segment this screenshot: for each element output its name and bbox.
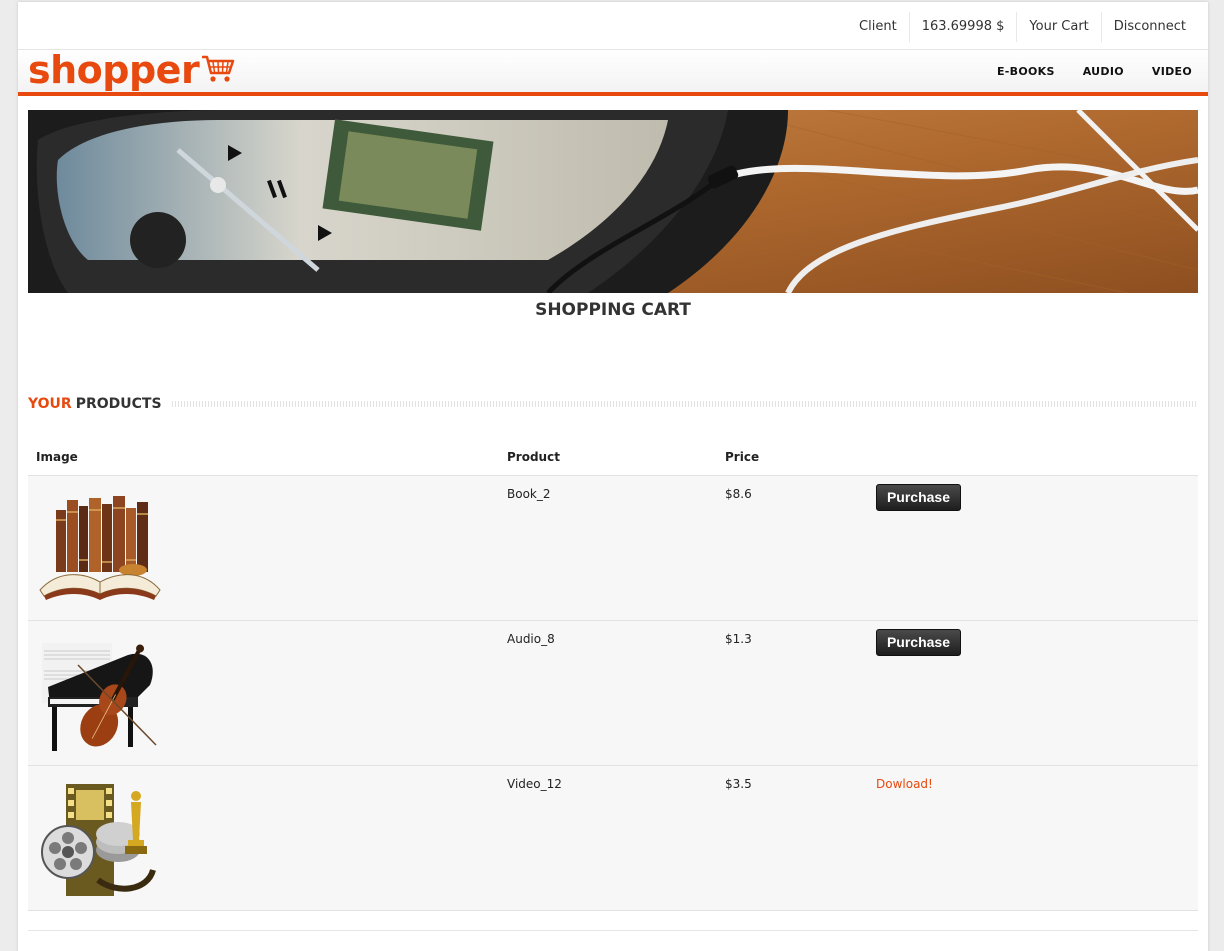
download-link[interactable]: Dowload!	[876, 777, 933, 791]
section-heading: YOUR PRODUCTS	[28, 394, 1198, 414]
page-title: SHOPPING CART	[535, 300, 691, 320]
product-name: Book_2	[507, 487, 551, 501]
shopping-cart-icon	[201, 54, 235, 89]
main-nav: E-BOOKS AUDIO VIDEO	[969, 50, 1192, 92]
balance-link[interactable]: 163.69998 $	[908, 12, 1017, 42]
nav-audio[interactable]: AUDIO	[1083, 65, 1124, 78]
header-product: Product	[507, 450, 560, 464]
footer-divider	[28, 930, 1198, 931]
logo[interactable]: shopper	[28, 50, 235, 90]
header-image: Image	[36, 450, 78, 464]
logo-text: shopper	[28, 48, 200, 92]
client-link[interactable]: Client	[847, 12, 909, 42]
purchase-button[interactable]: Purchase	[876, 629, 961, 656]
product-name: Video_12	[507, 777, 562, 791]
header-price: Price	[725, 450, 760, 464]
page: Client 163.69998 $ Your Cart Disconnect …	[18, 2, 1208, 951]
piano-cello-image	[38, 635, 163, 751]
product-price: $3.5	[725, 777, 752, 791]
section-divider	[171, 401, 1198, 407]
nav-video[interactable]: VIDEO	[1152, 65, 1192, 78]
table-row: Book_2 $8.6 Purchase	[28, 476, 1198, 621]
product-price: $8.6	[725, 487, 752, 501]
top-bar: Client 163.69998 $ Your Cart Disconnect	[18, 2, 1208, 50]
books-image	[38, 490, 163, 605]
banner-image	[28, 110, 1198, 293]
table-row: Video_12 $3.5 Dowload!	[28, 766, 1198, 911]
site-header: shopper E-BOOKS AUDIO VIDEO	[18, 50, 1208, 96]
film-reel-oscar-image	[38, 780, 163, 896]
purchase-button[interactable]: Purchase	[876, 484, 961, 511]
section-heading-text: PRODUCTS	[75, 396, 162, 412]
table-header: Image Product Price	[28, 442, 1198, 476]
product-price: $1.3	[725, 632, 752, 646]
section-heading-accent: YOUR	[28, 396, 72, 412]
nav-ebooks[interactable]: E-BOOKS	[997, 65, 1055, 78]
disconnect-link[interactable]: Disconnect	[1100, 12, 1198, 42]
your-cart-link[interactable]: Your Cart	[1016, 12, 1100, 42]
account-links: Client 163.69998 $ Your Cart Disconnect	[847, 12, 1198, 42]
table-row: Audio_8 $1.3 Purchase	[28, 621, 1198, 766]
product-name: Audio_8	[507, 632, 555, 646]
products-table: Image Product Price Book_2 $8.6 Purchase…	[28, 442, 1198, 911]
